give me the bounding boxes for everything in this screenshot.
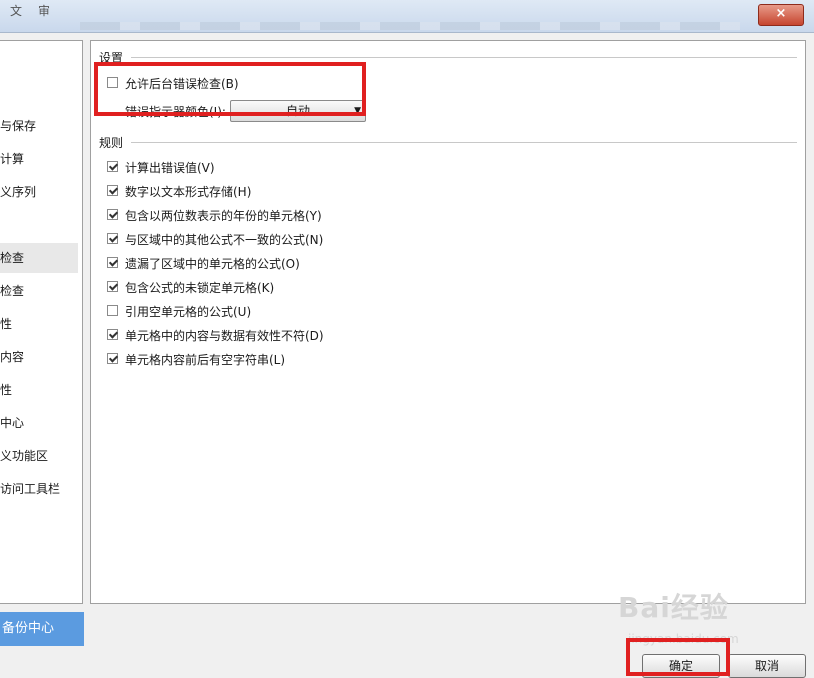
nav-item-trust-center[interactable]: 中心: [0, 408, 78, 438]
rule-checkbox[interactable]: [107, 233, 118, 244]
rule-label: 单元格内容前后有空字符串(L): [125, 353, 286, 367]
titlebar-fragment: 审: [38, 4, 51, 18]
watermark-logo: Bai经验: [618, 591, 729, 624]
rule-label: 遗漏了区域中的单元格的公式(O): [125, 257, 300, 271]
nav-item-content[interactable]: 内容: [0, 342, 78, 372]
rule-checkbox[interactable]: [107, 161, 118, 172]
rule-label: 包含以两位数表示的年份的单元格(Y): [125, 209, 322, 223]
nav-item-error-check[interactable]: 检查: [0, 243, 78, 273]
backup-center-button[interactable]: 备份中心: [0, 612, 84, 646]
error-check-panel: 设置 允许后台错误检查(B) 错误指示器颜色(I): 自动 ▼ 规则 计算出错误…: [90, 40, 806, 604]
nav-item-custom-lists[interactable]: 义序列: [0, 177, 78, 207]
ribbon-tabs-blurred: [80, 22, 740, 30]
rule-label: 引用空单元格的公式(U): [125, 305, 252, 319]
section-divider: [131, 57, 797, 58]
rules-section-title: 规则: [99, 136, 124, 150]
rule-label: 计算出错误值(V): [125, 161, 215, 175]
close-button[interactable]: ×: [758, 4, 804, 26]
rule-checkbox[interactable]: [107, 257, 118, 268]
rule-checkbox[interactable]: [107, 185, 118, 196]
rule-label: 单元格中的内容与数据有效性不符(D): [125, 329, 324, 343]
rule-label: 与区域中的其他公式不一致的公式(N): [125, 233, 324, 247]
cancel-button[interactable]: 取消: [728, 654, 806, 678]
backup-center-label: 备份中心: [2, 621, 55, 636]
nav-item-quick-access[interactable]: 访问工具栏: [0, 474, 78, 504]
rule-checkbox[interactable]: [107, 281, 118, 292]
highlight-box: [626, 638, 730, 676]
highlight-box: [94, 62, 366, 116]
rule-checkbox[interactable]: [107, 329, 118, 340]
rule-checkbox[interactable]: [107, 209, 118, 220]
nav-item-ribbon[interactable]: 义功能区: [0, 441, 78, 471]
nav-item-save[interactable]: 与保存: [0, 111, 78, 141]
titlebar-fragment: 文: [10, 4, 23, 18]
options-category-list: 与保存 计算 义序列 检查 检查 性 内容 性 中心 义功能区 访问工具栏: [0, 40, 83, 604]
rule-checkbox[interactable]: [107, 353, 118, 364]
nav-item-calc[interactable]: 计算: [0, 144, 78, 174]
section-divider: [131, 142, 797, 143]
rule-label: 数字以文本形式存储(H): [125, 185, 252, 199]
window-titlebar: 文 审 ×: [0, 0, 814, 33]
rule-checkbox[interactable]: [107, 305, 118, 316]
rule-label: 包含公式的未锁定单元格(K): [125, 281, 275, 295]
nav-item-spell-check[interactable]: 检查: [0, 276, 78, 306]
nav-item-security[interactable]: 性: [0, 309, 78, 339]
nav-item-compat[interactable]: 性: [0, 375, 78, 405]
